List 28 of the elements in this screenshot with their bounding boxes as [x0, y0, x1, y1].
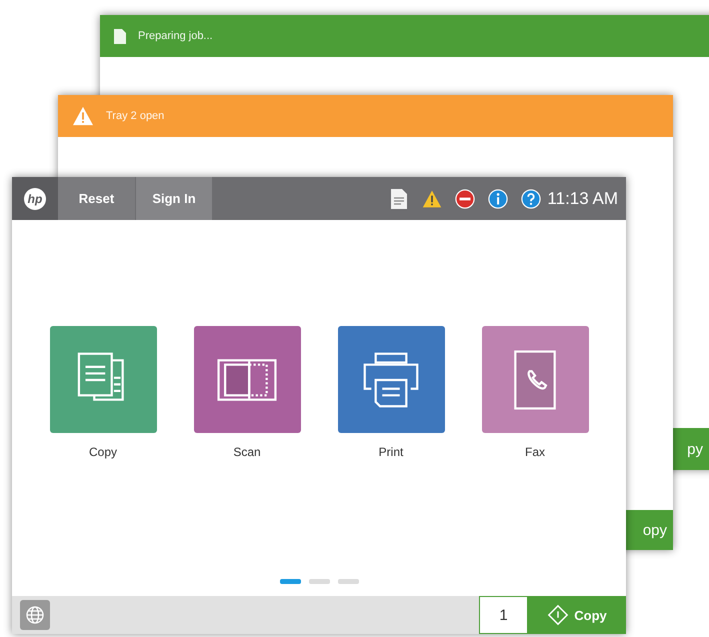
- copies-field[interactable]: 1: [479, 596, 528, 634]
- app-label: Copy: [88, 445, 117, 459]
- header-button[interactable]: Reset: [58, 177, 135, 220]
- page-indicator[interactable]: [280, 579, 300, 584]
- action-button[interactable]: py: [673, 428, 709, 470]
- help-icon[interactable]: [521, 188, 542, 208]
- start-icon: [547, 604, 570, 626]
- info-icon[interactable]: [488, 188, 508, 208]
- error-icon[interactable]: [455, 188, 476, 208]
- app-tile[interactable]: [338, 326, 444, 433]
- document-icon: [114, 28, 126, 44]
- clock-time: 11:13 AM: [547, 188, 618, 208]
- action-button[interactable]: opy: [626, 510, 673, 550]
- globe-icon[interactable]: [20, 600, 50, 630]
- document-icon[interactable]: [389, 188, 410, 208]
- app-label: Scan: [233, 445, 261, 459]
- app-tile[interactable]: [482, 326, 588, 433]
- job-message: Preparing job...: [138, 30, 213, 42]
- app-tile[interactable]: [50, 326, 156, 433]
- alert-message: Tray 2 open: [106, 110, 164, 122]
- app-label: Fax: [524, 445, 545, 459]
- header-button[interactable]: Sign In: [135, 177, 212, 220]
- logo: hp: [24, 188, 46, 210]
- warning-icon: [72, 106, 94, 126]
- warning-icon[interactable]: [422, 188, 442, 208]
- copy-start-button[interactable]: Copy: [528, 596, 626, 634]
- app-label: Print: [378, 445, 404, 459]
- app-tile[interactable]: [194, 326, 300, 433]
